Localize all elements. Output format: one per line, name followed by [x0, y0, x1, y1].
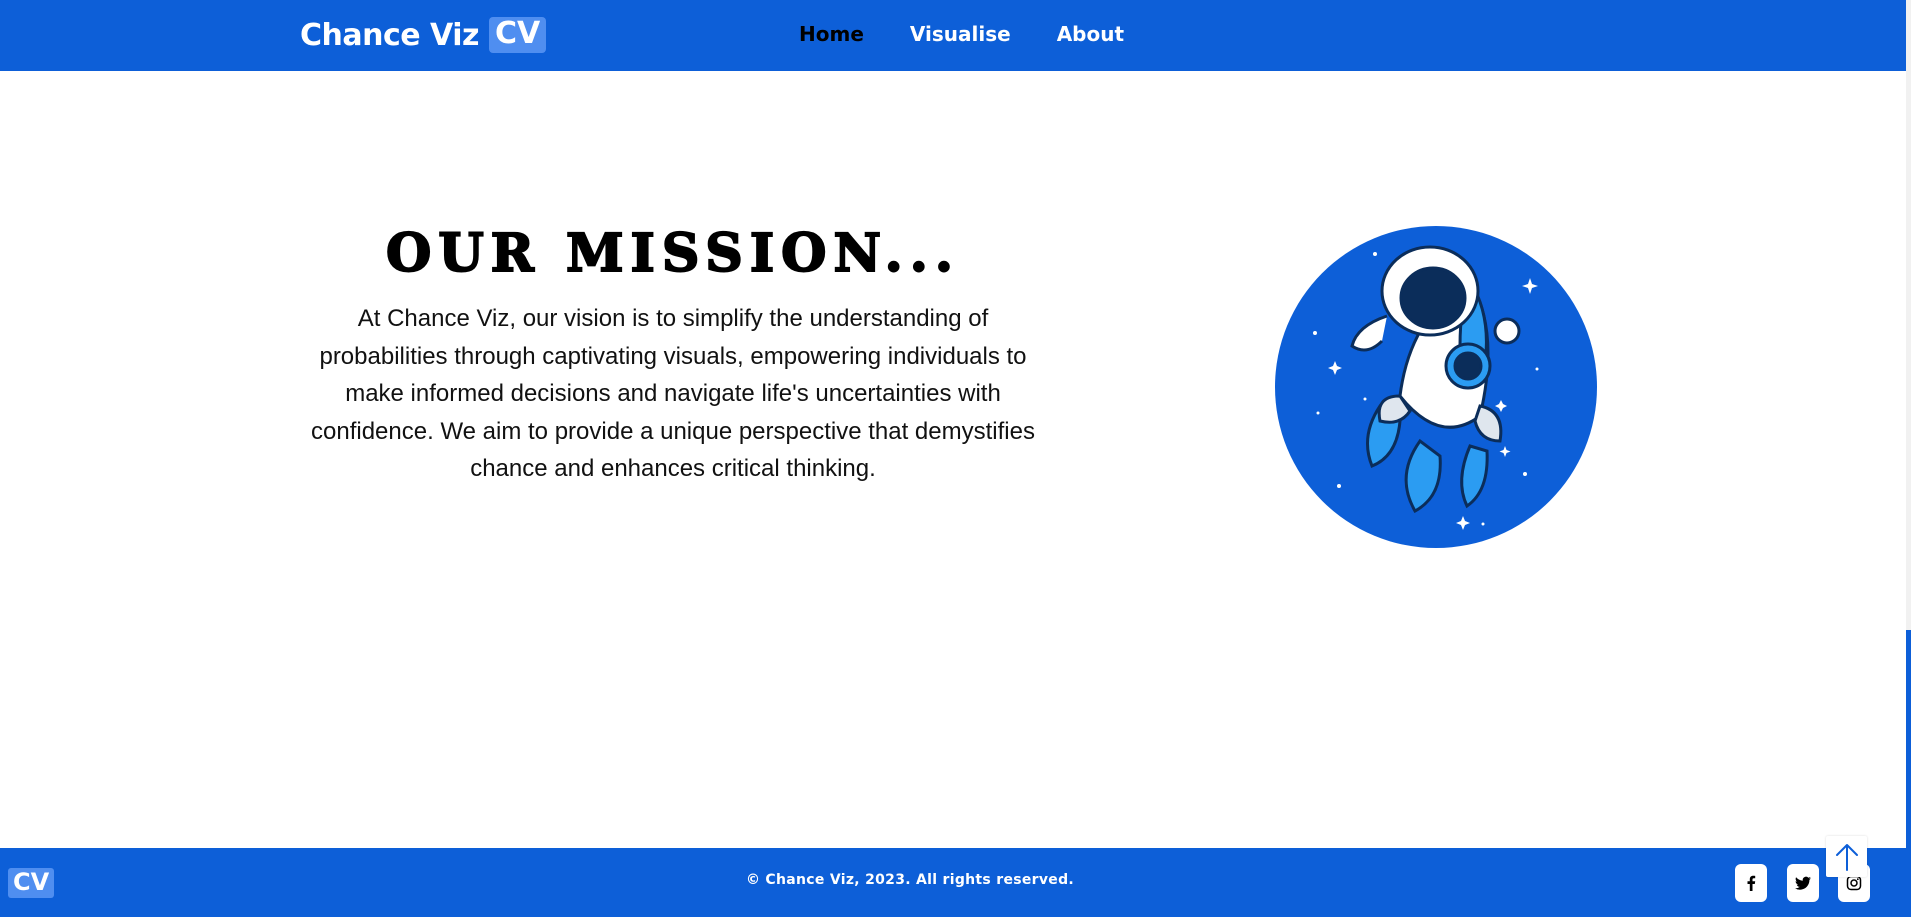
brand-name: Chance Viz: [300, 17, 479, 53]
brand-badge: CV: [488, 17, 547, 53]
mission-title: OUR MISSION...: [385, 222, 960, 285]
nav-about[interactable]: About: [1057, 22, 1124, 46]
twitter-link[interactable]: [1787, 864, 1819, 902]
nav-home[interactable]: Home: [799, 22, 864, 46]
brand-logo[interactable]: Chance Viz CV: [300, 17, 547, 53]
site-header: Chance Viz CV Home Visualise About: [0, 0, 1906, 71]
facebook-link[interactable]: [1735, 864, 1767, 902]
twitter-icon: [1795, 876, 1811, 890]
instagram-icon: [1846, 875, 1862, 891]
scroll-to-top-button[interactable]: [1826, 836, 1867, 877]
scrollbar-thumb[interactable]: [1906, 630, 1911, 917]
site-footer: CV © Chance Viz, 2023. All rights reserv…: [0, 848, 1906, 917]
astronaut-icon: [1313, 245, 1539, 530]
nav-visualise[interactable]: Visualise: [910, 22, 1011, 46]
arrow-up-icon: [1835, 843, 1858, 871]
main-nav: Home Visualise About: [799, 22, 1124, 46]
copyright-text: © Chance Viz, 2023. All rights reserved.: [745, 872, 1075, 888]
facebook-icon: [1747, 875, 1756, 891]
astronaut-rocket-illustration: [1275, 226, 1597, 548]
mission-text: At Chance Viz, our vision is to simplify…: [311, 305, 1035, 482]
